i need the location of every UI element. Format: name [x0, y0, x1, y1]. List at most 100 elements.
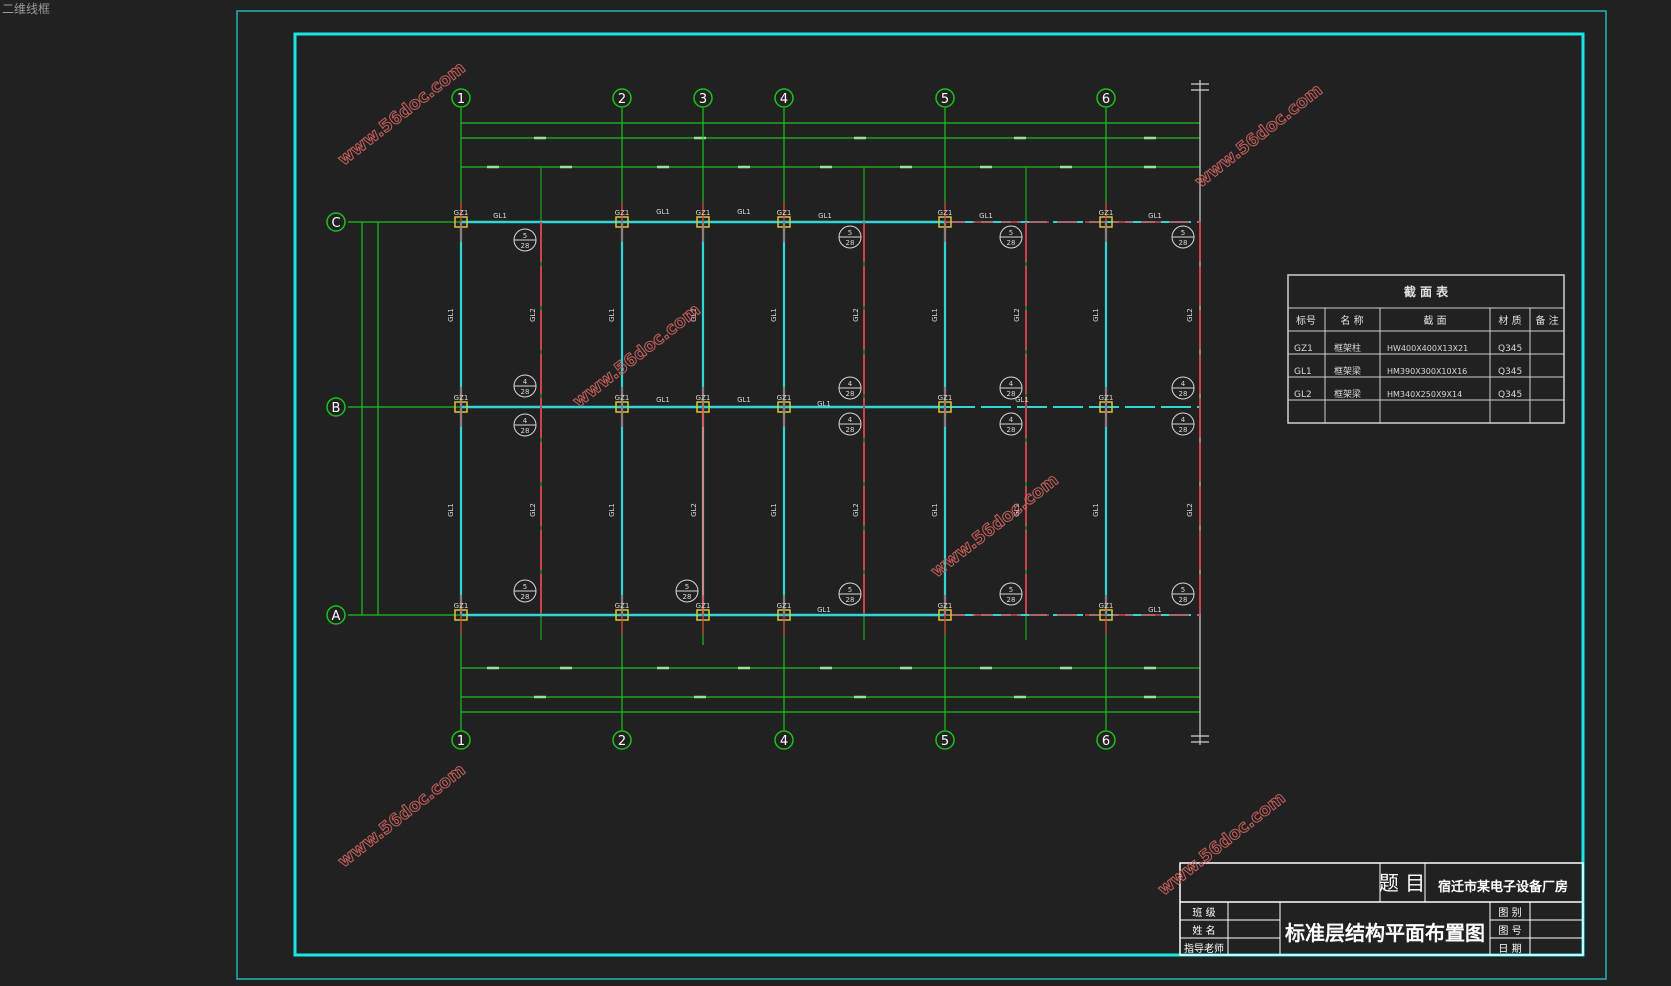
beam-label-vertical: GL1: [770, 308, 778, 322]
beam-label-gl1: GL1: [1148, 212, 1162, 220]
detail-marker-sheet: 28: [1179, 239, 1188, 247]
axis-bubble-top-2: 2: [618, 92, 626, 107]
detail-marker-sheet: 28: [1007, 390, 1016, 398]
column-label: GZ1: [454, 209, 469, 217]
beam-label-gl1: GL1: [1148, 606, 1162, 614]
detail-marker-number: 5: [523, 232, 527, 240]
section-table: 截 面 表 标号 名 称 截 面 材 质 备 注 GZ1 框架柱 HW400X4…: [1287, 274, 1565, 424]
table-row1-material: Q345: [1498, 344, 1522, 354]
title-block-topic-label: 题 目: [1379, 871, 1425, 895]
beam-label-gl1: GL1: [493, 212, 507, 220]
beam-label-vertical: GL2: [529, 308, 537, 322]
detail-marker-sheet: 28: [1007, 426, 1016, 434]
column-label: GZ1: [1099, 602, 1114, 610]
watermark-text: www.56doc.com: [1191, 80, 1326, 192]
detail-marker-sheet: 28: [846, 239, 855, 247]
detail-marker-sheet: 28: [1007, 596, 1016, 604]
detail-markers: 5 28 5 28 5 28 5 28 4 28 4 28 4 28 4 28 4 28 4 28 4 28 4 28 5 28 5…: [513, 225, 1195, 606]
detail-marker-number: 5: [523, 583, 527, 591]
cad-drawing-canvas[interactable]: GZ1 GZ1 GZ1 GZ1 GZ1 GZ1 GZ1 GZ1 GZ1 GZ1 GZ1 GZ1 GZ1 G…: [0, 0, 1671, 986]
beam-label-gl1: GL1: [737, 208, 751, 216]
detail-marker-number: 5: [848, 229, 852, 237]
column-label: GZ1: [454, 394, 469, 402]
axis-bubble-side-C: C: [331, 216, 340, 231]
beam-label-gl1: GL1: [737, 396, 751, 404]
inner-frame: [293, 32, 1585, 957]
title-block: 题 目 宿迁市某电子设备厂房 标准层结构平面布置图 班 级 姓 名 指导老师 图…: [1179, 862, 1584, 956]
title-block-class-label: 班 级: [1192, 907, 1215, 919]
detail-marker-sheet: 28: [846, 390, 855, 398]
detail-marker-number: 4: [1181, 380, 1186, 388]
column-label: GZ1: [938, 209, 953, 217]
axis-bubbles: 1 2 3 4 5 6 1 2 4 5 6 C B A: [326, 88, 1116, 750]
detail-marker-number: 4: [848, 416, 853, 424]
column-label: GZ1: [696, 602, 711, 610]
detail-marker-sheet: 28: [521, 388, 530, 396]
beam-label-vertical: GL2: [1186, 308, 1194, 322]
detail-marker-number: 5: [848, 586, 852, 594]
table-row1-name: 框架柱: [1334, 342, 1361, 354]
detail-marker-number: 4: [1009, 416, 1014, 424]
axis-bubble-bottom-6: 6: [1102, 734, 1110, 749]
detail-marker-number: 4: [1009, 380, 1014, 388]
column-label: GZ1: [615, 394, 630, 402]
column-label: GZ1: [1099, 394, 1114, 402]
title-block-topic-value: 宿迁市某电子设备厂房: [1438, 879, 1568, 895]
detail-marker-sheet: 28: [683, 593, 692, 601]
table-row3-material: Q345: [1498, 390, 1522, 400]
axis-bubble-top-4: 4: [780, 92, 788, 107]
title-block-type-label: 图 别: [1498, 907, 1521, 919]
beam-label-gl1: GL1: [656, 396, 670, 404]
axis-bubble-top-3: 3: [699, 92, 707, 107]
detail-marker-sheet: 28: [1007, 239, 1016, 247]
detail-marker-number: 5: [685, 583, 689, 591]
title-block-name-label: 姓 名: [1192, 924, 1215, 937]
detail-marker-sheet: 28: [1179, 426, 1188, 434]
column-label: GZ1: [696, 209, 711, 217]
beam-label-vertical: GL1: [447, 503, 455, 517]
table-header-no: 标号: [1296, 315, 1316, 327]
table-header-remark: 备 注: [1535, 314, 1558, 327]
axis-bubble-top-5: 5: [941, 92, 949, 107]
detail-marker-sheet: 28: [521, 593, 530, 601]
detail-marker-sheet: 28: [521, 427, 530, 435]
detail-marker-sheet: 28: [521, 242, 530, 250]
beam-label-vertical: GL1: [608, 308, 616, 322]
table-header-name: 名 称: [1340, 314, 1363, 327]
beam-label-vertical: GL1: [770, 503, 778, 517]
watermark-text: www.56doc.com: [927, 470, 1062, 582]
axis-bubble-bottom-5: 5: [941, 734, 949, 749]
table-header-material: 材 质: [1498, 314, 1521, 327]
column-label: GZ1: [1099, 209, 1114, 217]
axis-bubble-bottom-2: 2: [618, 734, 626, 749]
detail-marker-number: 4: [848, 380, 853, 388]
column-label: GZ1: [777, 209, 792, 217]
detail-marker-sheet: 28: [1179, 390, 1188, 398]
beam-label-vertical: GL2: [852, 503, 860, 517]
beam-label-gl1: GL1: [656, 208, 670, 216]
beam-label-vertical: GL1: [1092, 503, 1100, 517]
table-row2-name: 框架梁: [1334, 365, 1361, 377]
title-block-drawing-name: 标准层结构平面布置图: [1285, 921, 1485, 945]
section-table-title: 截 面 表: [1404, 284, 1449, 299]
table-header-section: 截 面: [1423, 314, 1446, 327]
axis-bubble-side-B: B: [332, 401, 341, 416]
axis-bubble-top-1: 1: [457, 92, 465, 107]
column-label: GZ1: [777, 602, 792, 610]
beam-label-vertical: GL2: [529, 503, 537, 517]
watermark-text: www.56doc.com: [334, 760, 469, 872]
column-label: GZ1: [454, 602, 469, 610]
table-row1-section: HW400X400X13X21: [1387, 344, 1468, 353]
title-block-advisor-label: 指导老师: [1184, 942, 1224, 955]
detail-marker-number: 5: [1009, 586, 1013, 594]
axis-bubble-side-A: A: [332, 609, 341, 624]
beam-label-vertical: GL2: [1013, 308, 1021, 322]
beam-label-vertical: GL2: [852, 308, 860, 322]
axis-bubble-top-6: 6: [1102, 92, 1110, 107]
table-row2-section: HM390X300X10X16: [1387, 367, 1467, 376]
detail-marker-number: 4: [523, 417, 528, 425]
title-block-date-label: 日 期: [1498, 943, 1521, 955]
column-label: GZ1: [777, 394, 792, 402]
beam-label-gl1: GL1: [817, 606, 831, 614]
detail-marker-number: 4: [523, 378, 528, 386]
